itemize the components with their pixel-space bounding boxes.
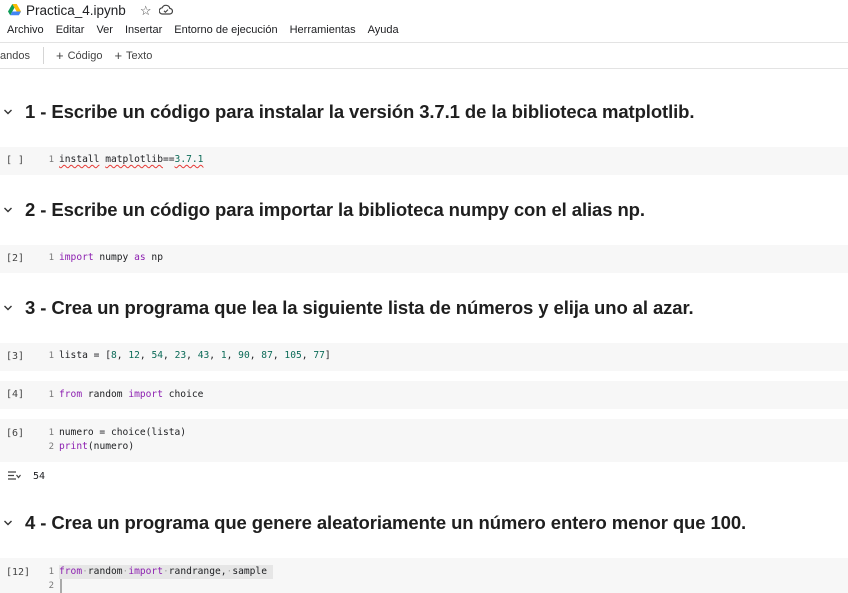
google-drive-icon[interactable] (8, 4, 21, 16)
line-number: 2 (48, 581, 54, 591)
menu-herramientas[interactable]: Herramientas (290, 24, 356, 36)
add-code-label: Código (67, 49, 103, 62)
line-number: 1 (48, 390, 54, 400)
notebook-title[interactable]: Practica_4.ipynb (26, 3, 126, 18)
menu-archivo[interactable]: Archivo (7, 24, 44, 36)
code-text[interactable]: numero = choice(lista) (59, 426, 186, 440)
section-title: 4 - Crea un programa que genere aleatori… (25, 512, 747, 533)
menu-entorno-de-ejecucion[interactable]: Entorno de ejecución (174, 24, 277, 36)
chevron-down-icon[interactable] (3, 303, 13, 313)
section-title: 1 - Escribe un código para instalar la v… (25, 101, 695, 122)
section-heading-2: 2 - Escribe un código para importar la b… (0, 197, 848, 223)
line-number: 2 (48, 442, 54, 452)
code-text[interactable]: import numpy as np (59, 251, 163, 265)
line-number: 1 (48, 155, 54, 165)
line-number: 1 (48, 253, 54, 263)
add-code-button[interactable]: + Código (56, 49, 102, 62)
code-cell-1[interactable]: [ ] 1 install matplotlib==3.7.1 (0, 147, 848, 175)
menu-ayuda[interactable]: Ayuda (368, 24, 399, 36)
code-text[interactable]: lista = [8, 12, 54, 23, 43, 1, 90, 87, 1… (59, 349, 331, 363)
code-line: 1 lista = [8, 12, 54, 23, 43, 1, 90, 87,… (0, 349, 848, 363)
code-cell-4[interactable]: [4] 1 from random import choice (0, 381, 848, 409)
cloud-saved-icon[interactable] (159, 4, 174, 16)
section-heading-1: 1 - Escribe un código para instalar la v… (0, 99, 848, 125)
code-line: 1 from random import choice (0, 388, 848, 402)
menu-editar[interactable]: Editar (56, 24, 85, 36)
section-title: 2 - Escribe un código para importar la b… (25, 199, 645, 220)
code-line: 2 (0, 579, 848, 593)
output-toggle-icon[interactable] (7, 470, 21, 482)
menu-insertar[interactable]: Insertar (125, 24, 162, 36)
cell-output: 54 (0, 468, 848, 484)
chevron-down-icon[interactable] (3, 107, 13, 117)
menu-ver[interactable]: Ver (96, 24, 113, 36)
plus-icon: + (114, 48, 123, 63)
code-cell-6[interactable]: [12] 1 from·random·import·randrange,·sam… (0, 558, 848, 593)
code-cell-5[interactable]: [6] 1 numero = choice(lista) 2 print(num… (0, 419, 848, 462)
section-heading-3: 3 - Crea un programa que lea la siguient… (0, 295, 848, 321)
text-cursor (60, 579, 62, 593)
chevron-down-icon[interactable] (3, 518, 13, 528)
code-cell-2[interactable]: [2] 1 import numpy as np (0, 245, 848, 273)
code-text[interactable]: print(numero) (59, 440, 134, 454)
code-cell-3[interactable]: [3] 1 lista = [8, 12, 54, 23, 43, 1, 90,… (0, 343, 848, 371)
line-number: 1 (48, 567, 54, 577)
code-line: 2 print(numero) (0, 440, 848, 454)
code-text[interactable]: install matplotlib==3.7.1 (59, 153, 203, 167)
title-bar: Practica_4.ipynb ☆ (0, 0, 848, 20)
notebook-toolbar: andos + Código + Texto (0, 42, 848, 69)
menu-bar: Archivo Editar Ver Insertar Entorno de e… (0, 21, 411, 39)
commands-button[interactable]: andos (0, 50, 30, 62)
add-text-label: Texto (126, 49, 153, 62)
chevron-down-icon[interactable] (3, 205, 13, 215)
code-line: 1 numero = choice(lista) (0, 426, 848, 440)
code-text[interactable]: from·random·import·randrange,·sample (59, 565, 273, 579)
star-icon[interactable]: ☆ (140, 4, 152, 17)
output-text: 54 (33, 470, 46, 482)
code-line: 1 import numpy as np (0, 251, 848, 265)
plus-icon: + (55, 48, 64, 63)
toolbar-divider (42, 47, 44, 64)
code-text[interactable]: from random import choice (59, 388, 203, 402)
section-heading-4: 4 - Crea un programa que genere aleatori… (0, 510, 848, 536)
line-number: 1 (48, 351, 54, 361)
code-line: 1 from·random·import·randrange,·sample (0, 565, 848, 579)
code-line: 1 install matplotlib==3.7.1 (0, 153, 848, 167)
section-title: 3 - Crea un programa que lea la siguient… (25, 297, 694, 318)
add-text-button[interactable]: + Texto (114, 49, 152, 62)
line-number: 1 (48, 428, 54, 438)
